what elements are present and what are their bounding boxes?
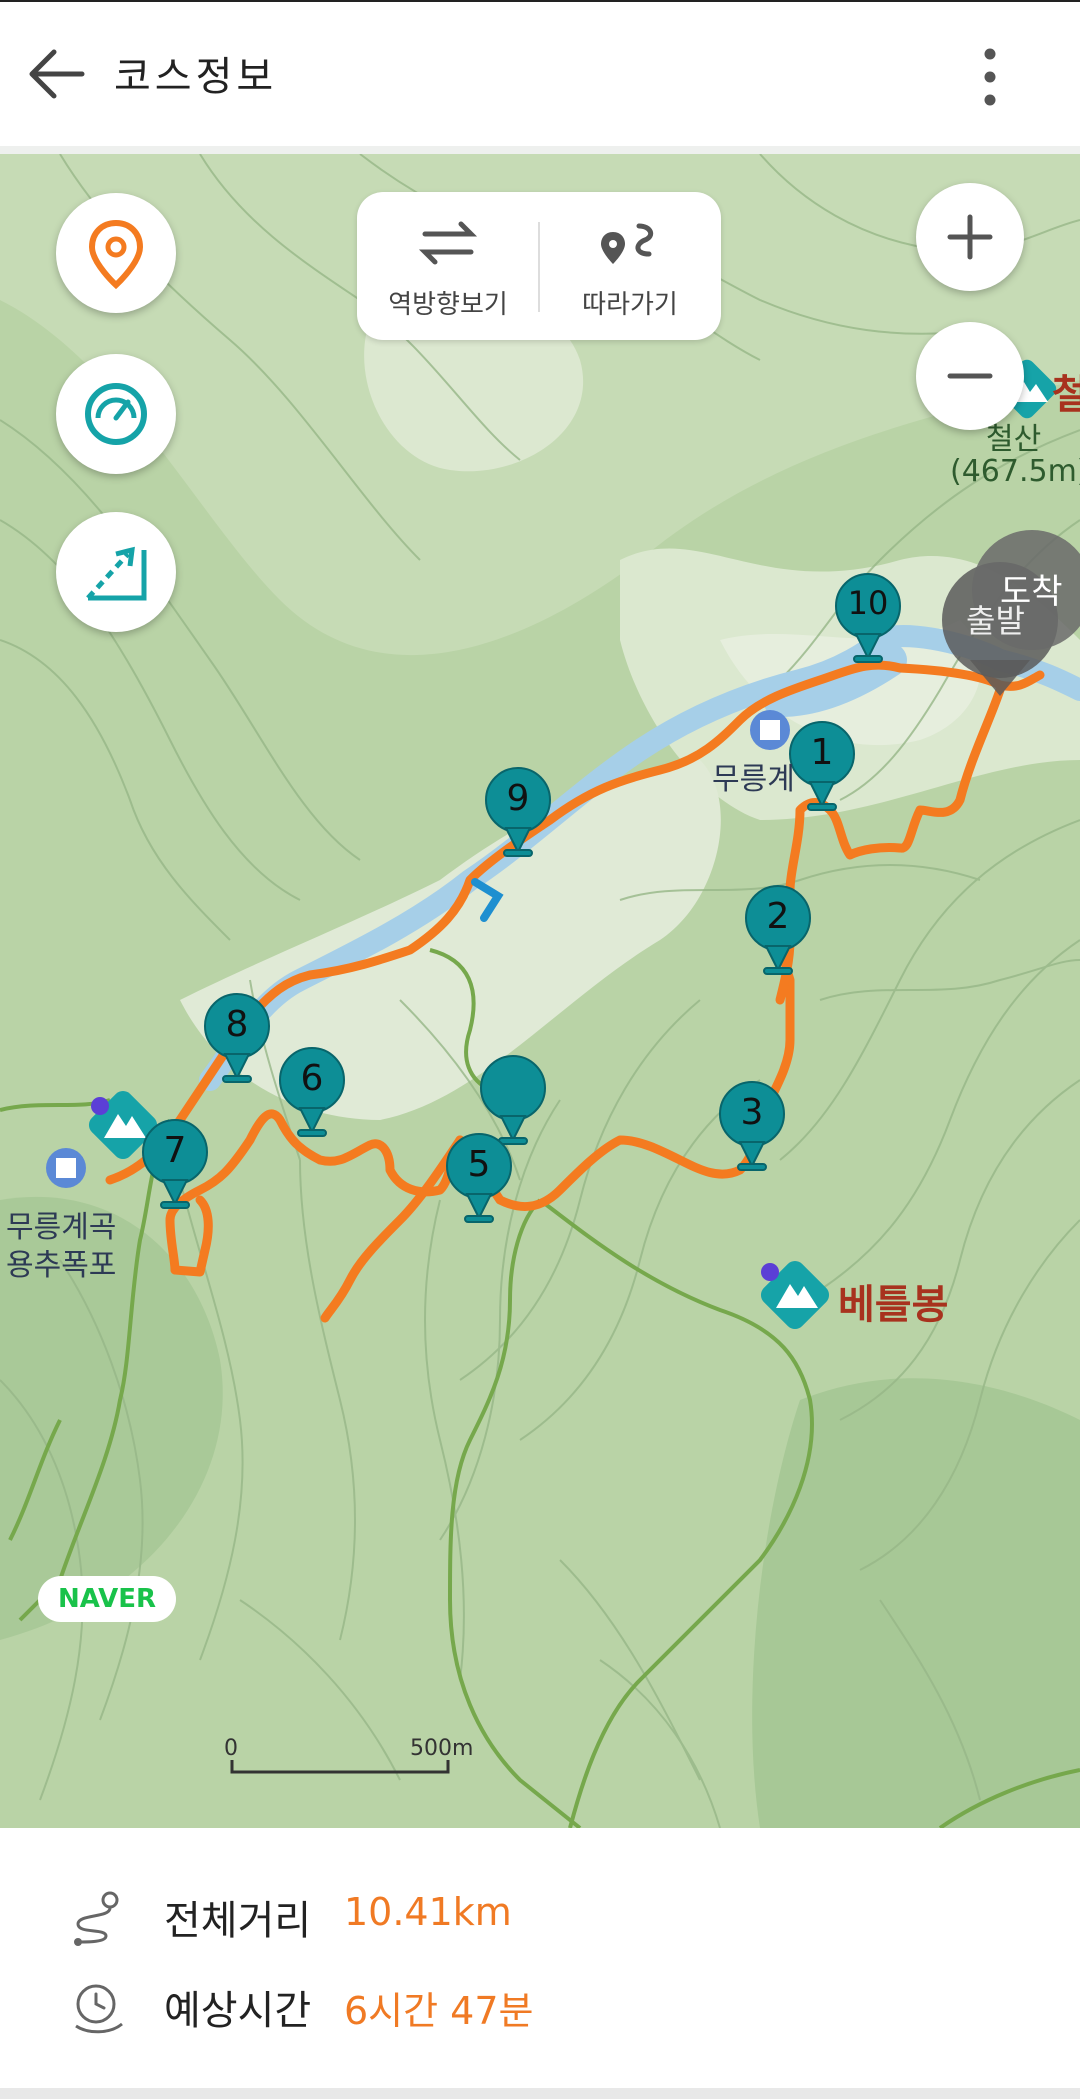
zoom-out-button[interactable] (916, 322, 1024, 430)
follow-label: 따라가기 (582, 290, 678, 320)
valley-label-lower-2: 용추폭포 (6, 1248, 117, 1283)
distance-row: 전체거리 10.41km (0, 1878, 1080, 1958)
bottom-band (0, 2088, 1080, 2099)
current-location-button[interactable] (56, 193, 176, 313)
waypoint-label-1: 1 (810, 732, 834, 773)
waypoint-label-9: 9 (506, 778, 530, 819)
mountain-icon-betteul (760, 1260, 830, 1330)
top-bar: 코스정보 (0, 0, 1080, 146)
distance-value: 10.41km (344, 1890, 512, 1934)
valley-label-upper: 무릉계 (712, 762, 795, 797)
swap-arrows-icon (418, 221, 478, 265)
time-value: 6시간 47분 (344, 1989, 534, 2033)
time-row: 예상시간 6시간 47분 (0, 1968, 1080, 2048)
waypoint-marker-4 (480, 1055, 546, 1145)
peak-label-betteul: 베틀봉 (838, 1282, 949, 1328)
valley-icon-lower (46, 1148, 86, 1188)
page-title: 코스정보 (114, 54, 278, 100)
waypoint-label-7: 7 (163, 1130, 187, 1171)
peak-label-cheolsan-partial: 철 (1052, 372, 1080, 418)
clock-icon (66, 1976, 130, 2040)
follow-route-icon (601, 223, 654, 264)
end-label: 도착 (1000, 572, 1063, 612)
waypoint-label-2: 2 (766, 896, 790, 937)
time-label: 예상시간 (164, 1988, 312, 2034)
route-actions-pill: 역방향보기 따라가기 (357, 192, 721, 340)
speedometer-icon (85, 383, 147, 445)
waypoint-label-6: 6 (300, 1058, 324, 1099)
scale-start-label: 0 (224, 1736, 238, 1761)
reverse-direction-button[interactable]: 역방향보기 (357, 192, 539, 340)
minus-icon (947, 373, 993, 379)
waypoint-label-10: 10 (847, 584, 889, 622)
course-info-panel: 전체거리 10.41km 예상시간 6시간 47분 (0, 1828, 1080, 2099)
back-arrow-icon[interactable] (24, 46, 88, 102)
slope-icon (86, 546, 147, 601)
course-map[interactable]: 1 2 3 5 6 7 8 9 10 무릉계 무릉계곡 용추폭포 베틀봉 철 철… (0, 154, 1080, 1828)
more-options-icon[interactable] (972, 42, 1008, 112)
route-distance-icon (66, 1886, 130, 1950)
naver-logo: NAVER (38, 1576, 176, 1622)
waypoint-label-3: 3 (740, 1092, 764, 1133)
waypoint-label-8: 8 (225, 1004, 249, 1045)
location-pin-icon (88, 219, 144, 290)
distance-label: 전체거리 (164, 1898, 312, 1944)
scale-bar (230, 1760, 450, 1774)
peak-label-cheolsan-elevation: (467.5m) (950, 454, 1080, 489)
zoom-in-button[interactable] (916, 183, 1024, 291)
reverse-direction-label: 역방향보기 (388, 290, 508, 320)
follow-button[interactable]: 따라가기 (539, 192, 721, 340)
header-divider (0, 146, 1080, 154)
waypoint-label-5: 5 (467, 1144, 491, 1185)
valley-icon-upper (750, 710, 790, 750)
elevation-button[interactable] (56, 512, 176, 632)
plus-icon (947, 214, 993, 260)
speed-button[interactable] (56, 354, 176, 474)
scale-end-label: 500m (410, 1736, 474, 1761)
